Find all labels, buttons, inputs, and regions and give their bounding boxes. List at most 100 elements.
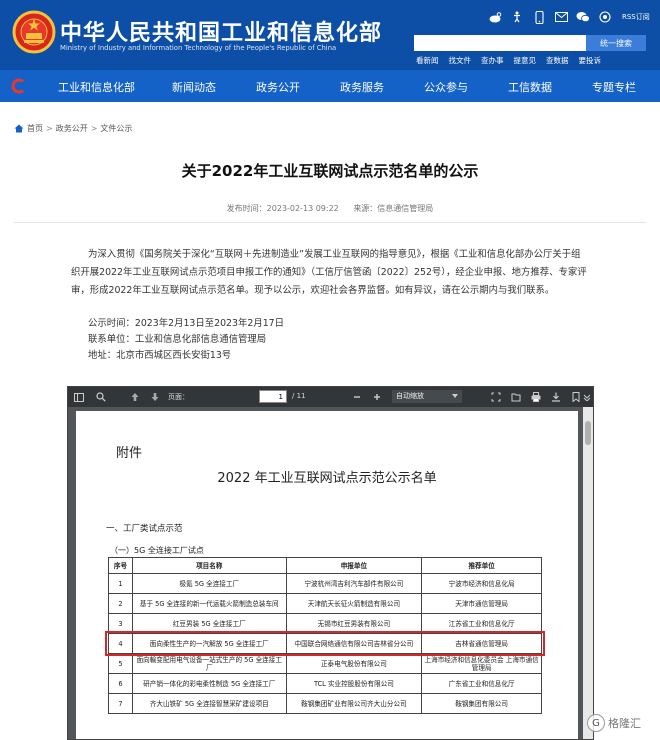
search-input[interactable] [414,35,586,51]
article-source: 来源：信息通信管理局 [353,204,434,213]
quick-link-news[interactable]: 看新闻 [416,55,439,66]
pdf-toolbar: 页面： 1 / 11 自动缩放 [68,387,593,407]
find-icon[interactable] [94,390,108,404]
accessibility-icon[interactable] [510,10,524,24]
table-cell: 鞍钢集团有限公司 [421,693,542,714]
table-cell: 7 [108,693,133,714]
address: 地址：北京市西城区西长安街13号 [88,350,232,361]
table-cell: 基于 5G 全连接的新一代运载火箭制造总装车间 [131,593,287,614]
site-header: 中华人民共和国工业和信息化部 Ministry of Industry and … [0,0,660,70]
nav-item-topics[interactable]: 专题专栏 [592,79,636,95]
table-row: 7 齐大山铁矿 5G 全连接智慧采矿建设项目 鞍钢集团矿业有限公司齐大山分公司 … [108,693,542,714]
body-line: 为深入贯彻《国务院关于深化“互联网＋先进制造业”发展工业互联网的指导意见》，根据… [88,249,581,260]
table-cell: 宁波杭州湾吉利汽车部件有限公司 [285,573,423,594]
table-cell: 面向輸变配用电气设备一站式生产的 5G 全连接工厂 [131,653,287,674]
breadcrumb-separator: > [46,124,53,133]
contact-unit: 联系单位：工业和信息化部信息通信管理局 [88,334,267,345]
pdf-page: 附件 2022 年工业互联网试点示范公示名单 一、工厂类试点示范 （一）5G 全… [76,411,578,739]
home-icon [14,124,24,133]
scrollbar-thumb[interactable] [585,421,591,445]
article-title: 关于2022年工业互联网试点示范名单的公示 [181,162,479,180]
table-cell: 5 [108,653,133,674]
column-header: 申报单位 [285,557,423,574]
notice-period: 公示时间：2023年2月13日至2023年2月17日 [88,318,285,329]
open-file-icon[interactable] [509,390,523,404]
more-tools-icon[interactable] [580,390,593,404]
next-page-icon[interactable] [148,390,162,404]
quick-link-data[interactable]: 查数据 [546,55,569,66]
quick-link-files[interactable]: 找文件 [449,55,472,66]
column-header: 序号 [108,557,133,574]
body-line: 织开展2022年工业互联网试点示范项目申报工作的通知》（工信厅信管函〔2022〕… [71,267,587,278]
nav-item-data[interactable]: 工信数据 [508,79,552,95]
zoom-select[interactable]: 自动缩放 [392,390,462,403]
chevron-down-icon [452,394,458,398]
table-cell: 天津航天长征火箭制造有限公司 [285,593,423,614]
table-cell: 1 [108,573,133,594]
site-subtitle: Ministry of Industry and Information Tec… [60,44,337,52]
breadcrumb-separator: > [90,124,98,133]
divider [14,222,646,223]
nav-item-services[interactable]: 政务服务 [340,79,384,95]
page-number-input[interactable]: 1 [259,390,287,403]
table-cell: 极氪 5G 全连接工厂 [131,573,287,594]
breadcrumb: 首页 > 政务公开 > 文件公示 [14,123,132,134]
pdf-viewer[interactable]: 页面： 1 / 11 自动缩放 附件 2022 年工业互联网试点示范公示名单 一… [67,386,594,740]
column-header: 推荐单位 [421,557,542,574]
wechat-icon[interactable] [576,10,590,24]
column-header: 项目名称 [131,557,287,574]
site-title[interactable]: 中华人民共和国工业和信息化部 [60,15,382,47]
app-icon[interactable] [598,10,612,24]
table-cell: 上海市经济和信息化委员会 上海市通信管理局 [421,653,542,674]
table-cell: TCL 实业控股股份有限公司 [285,673,423,694]
breadcrumb-home[interactable]: 首页 [27,123,43,134]
document-title: 2022 年工业互联网试点示范公示名单 [217,471,437,486]
nav-item-news[interactable]: 新闻动态 [172,79,216,95]
attachment-label: 附件 [116,446,143,461]
presentation-mode-icon[interactable] [489,390,503,404]
quick-link-complaint[interactable]: 要投诉 [579,55,602,66]
article-body: 为深入贯彻《国务院关于深化“互联网＋先进制造业”发展工业互联网的指导意见》，根据… [71,246,608,300]
table-cell: 天津市通信管理局 [421,593,542,614]
main-nav: 工业和信息化部 新闻动态 政务公开 政务服务 公众参与 工信数据 专题专栏 [0,70,660,102]
quick-link-services[interactable]: 查办事 [481,55,504,66]
national-emblem-icon[interactable] [12,10,56,54]
table-row: 2 基于 5G 全连接的新一代运载火箭制造总装车间 天津航天长征火箭制造有限公司… [108,593,542,614]
section-heading: 一、工厂类试点示范 [106,524,183,534]
table-cell: 6 [108,673,133,694]
table-row: 5 面向輸变配用电气设备一站式生产的 5G 全连接工厂 正泰电气股份有限公司 上… [108,653,542,674]
gelonghui-logo-icon: G [587,714,605,732]
breadcrumb-gov-info[interactable]: 政务公开 [56,123,88,134]
page-total: / 11 [292,392,306,400]
breadcrumb-file-notice[interactable]: 文件公示 [100,123,132,134]
miit-logo-icon[interactable] [0,70,38,102]
search-button[interactable]: 统一搜索 [586,35,646,51]
article-meta: 发布时间：2023-02-13 09:22 来源：信息通信管理局 [0,203,660,214]
table-cell: 研产销一体化的彩电柔性制造 5G 全连接工厂 [131,673,287,694]
page-label: 页面： [168,393,189,401]
zoom-in-icon[interactable] [370,390,384,404]
mobile-icon[interactable] [532,10,546,24]
publish-time: 发布时间：2023-02-13 09:22 [226,204,339,213]
quick-link-feedback[interactable]: 提意见 [514,55,537,66]
nav-item-gov-info[interactable]: 政务公开 [256,79,300,95]
table-cell: 正泰电气股份有限公司 [285,653,423,674]
previous-page-icon[interactable] [128,390,142,404]
table-cell: 鞍钢集团矿业有限公司齐大山分公司 [285,693,423,714]
subsection-heading: （一）5G 全连接工厂试点 [110,546,204,555]
body-line: 审，形成2022年工业互联网试点示范名单。现予以公示，欢迎社会各界监督。如有异议… [71,285,555,296]
table-cell: 广东省工业和信息化厅 [421,673,542,694]
rss-link[interactable]: RSS订阅 [622,12,650,22]
weibo-icon[interactable] [488,10,502,24]
pdf-scrollbar[interactable] [583,407,593,739]
download-icon[interactable] [549,390,563,404]
print-icon[interactable] [529,390,543,404]
sidebar-toggle-icon[interactable] [72,390,86,404]
nav-item-miit[interactable]: 工业和信息化部 [58,79,135,95]
watermark: G 格隆汇 [587,714,641,732]
table-row: 6 研产销一体化的彩电柔性制造 5G 全连接工厂 TCL 实业控股股份有限公司 … [108,673,542,694]
mail-icon[interactable] [554,10,568,24]
zoom-out-icon[interactable] [350,390,364,404]
watermark-text: 格隆汇 [608,717,641,730]
nav-item-participation[interactable]: 公众参与 [424,79,468,95]
